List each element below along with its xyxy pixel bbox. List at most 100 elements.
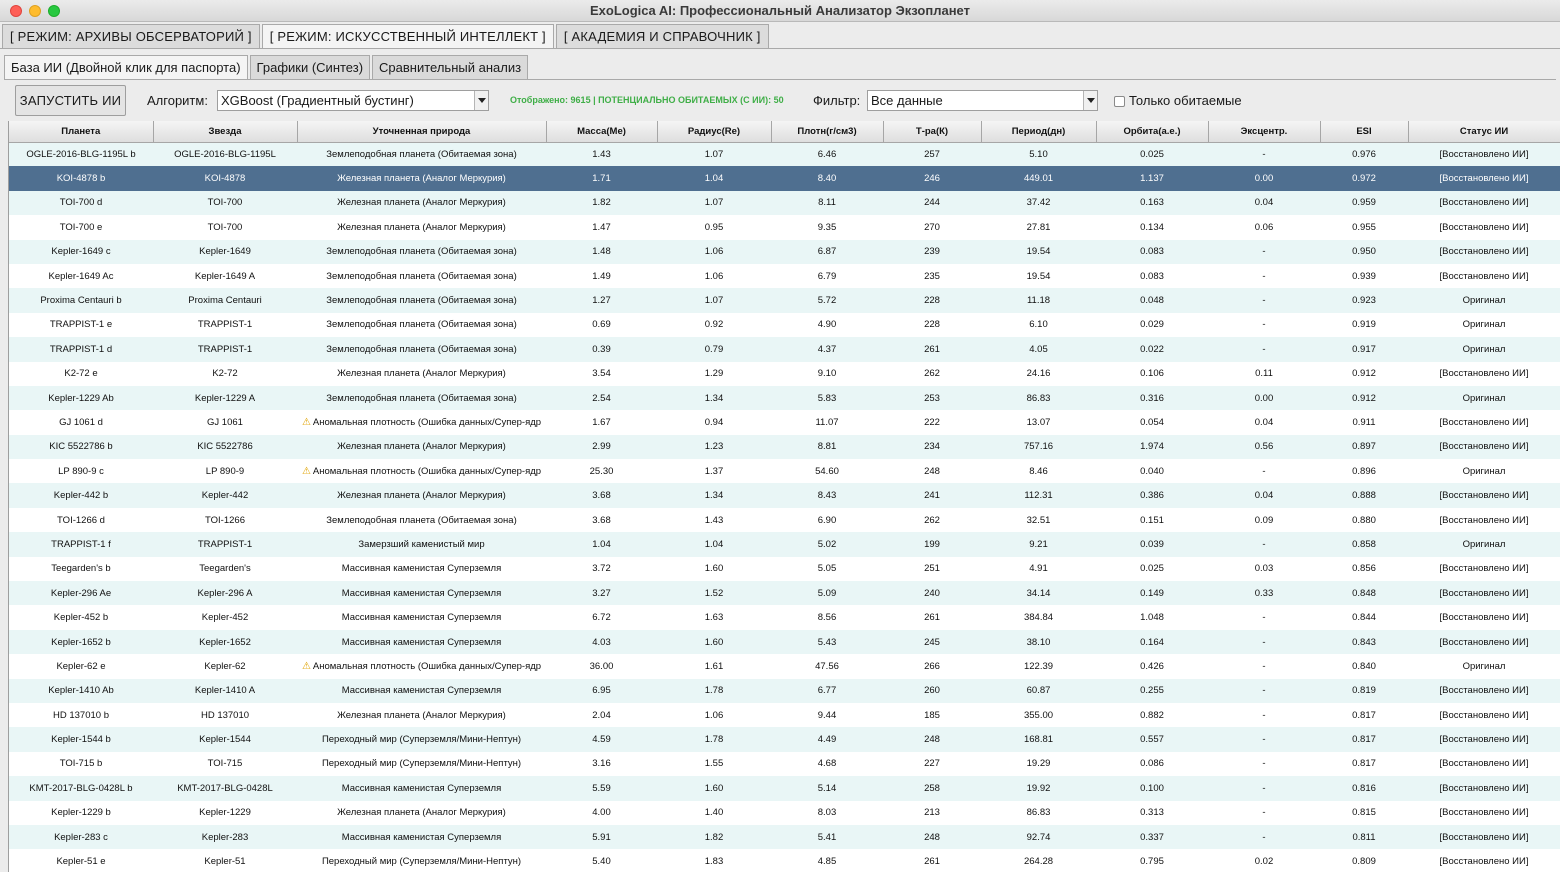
table-row[interactable]: Kepler-62 e Kepler-62 ⚠ Аномальная плотност… xyxy=(9,654,1560,679)
table-cell: 1.07 xyxy=(657,142,771,167)
table-row[interactable]: Teegarden's b Teegarden's Массивная камени… xyxy=(9,556,1560,582)
column-header[interactable]: Радиус(Re) xyxy=(657,121,772,143)
table-cell: [Восстановлено ИИ] xyxy=(1408,751,1560,777)
table-cell: TOI-700 d xyxy=(9,190,153,216)
table-cell: 384.84 xyxy=(981,605,1096,630)
habitable-only-checkbox[interactable] xyxy=(1114,96,1125,107)
algorithm-select-value: XGBoost (Градиентный бустинг) xyxy=(221,93,414,108)
table-row[interactable]: Kepler-1649 c Kepler-1649 Землеподобная пл… xyxy=(9,239,1560,264)
table-row[interactable]: KMT-2017-BLG-0428L b KMT-2017-BLG-0428L Ма… xyxy=(9,776,1560,801)
table-row[interactable]: KIC 5522786 b KIC 5522786 Железная планета… xyxy=(9,434,1560,460)
column-header[interactable]: Масса(Me) xyxy=(546,121,658,143)
table-cell: 0.040 xyxy=(1096,459,1208,484)
table-row[interactable]: Kepler-442 b Kepler-442 Железная планета (… xyxy=(9,483,1560,508)
table-cell: 0.950 xyxy=(1320,239,1408,264)
table-cell: 4.85 xyxy=(771,849,883,872)
table-cell: KOI-4878 b xyxy=(9,166,153,191)
table-row[interactable]: TRAPPIST-1 e TRAPPIST-1 Землеподобная план… xyxy=(9,312,1560,338)
table-cell: Kepler-283 c xyxy=(9,824,153,850)
planets-table[interactable]: Планета Звезда Уточненная природа Масса(Me)… xyxy=(8,121,1560,872)
column-header[interactable]: Плотн(г/см3) xyxy=(771,121,884,143)
table-cell: Массивная каменистая Суперземля xyxy=(297,581,546,606)
column-header[interactable]: Планета xyxy=(9,121,154,143)
column-header[interactable]: ESI xyxy=(1320,121,1409,143)
table-cell: OGLE-2016-BLG-1195L b xyxy=(9,142,153,167)
table-cell: 122.39 xyxy=(981,654,1096,679)
table-cell: Землеподобная планета (Обитаемая зона) xyxy=(297,337,546,362)
table-row[interactable]: Kepler-283 c Kepler-283 Массивная каменист… xyxy=(9,824,1560,850)
column-header[interactable]: Период(дн) xyxy=(981,121,1097,143)
table-cell: Массивная каменистая Суперземля xyxy=(297,629,546,655)
table-row[interactable]: Kepler-1410 Ab Kepler-1410 A Массивная кам… xyxy=(9,678,1560,703)
table-cell: Kepler-1410 A xyxy=(153,678,297,703)
table-cell: Kepler-296 Ae xyxy=(9,581,153,606)
table-cell: Kepler-452 b xyxy=(9,605,153,630)
table-cell: 1.83 xyxy=(657,849,771,872)
table-cell: [Восстановлено ИИ] xyxy=(1408,605,1560,630)
column-header[interactable]: Т-ра(К) xyxy=(883,121,982,143)
table-cell: 0.817 xyxy=(1320,751,1408,777)
table-cell: 4.59 xyxy=(546,727,657,752)
table-cell: Землеподобная планета (Обитаемая зона) xyxy=(297,312,546,338)
table-row[interactable]: Kepler-51 e Kepler-51 Переходный мир (Супе… xyxy=(9,849,1560,872)
tab-artificial-intelligence[interactable]: [ РЕЖИМ: ИСКУССТВЕННЫЙ ИНТЕЛЛЕКТ ] xyxy=(261,24,554,49)
table-cell: - xyxy=(1208,702,1320,728)
warning-icon: ⚠ xyxy=(301,465,311,477)
table-row[interactable]: Kepler-1229 Ab Kepler-1229 A Землеподобная… xyxy=(9,385,1560,411)
table-cell: Teegarden's xyxy=(153,556,297,582)
table-row[interactable]: TOI-700 d TOI-700 Железная планета (Аналог… xyxy=(9,190,1560,216)
tab-observatory-archives[interactable]: [ РЕЖИМ: АРХИВЫ ОБСЕРВАТОРИЙ ] xyxy=(2,24,260,48)
table-row[interactable]: OGLE-2016-BLG-1195L b OGLE-2016-BLG-1195L… xyxy=(9,142,1560,167)
table-cell: [Восстановлено ИИ] xyxy=(1408,166,1560,191)
run-ai-button[interactable]: ЗАПУСТИТЬ ИИ xyxy=(15,85,126,116)
table-cell: 2.04 xyxy=(546,702,657,728)
table-row[interactable]: GJ 1061 d GJ 1061 ⚠ Аномальная плотность (О… xyxy=(9,410,1560,435)
table-row[interactable]: Proxima Centauri b Proxima Centauri Землеп… xyxy=(9,288,1560,313)
table-row[interactable]: Kepler-296 Ae Kepler-296 A Массивная камен… xyxy=(9,581,1560,606)
table-cell: 0.79 xyxy=(657,337,771,362)
column-header[interactable]: Звезда xyxy=(153,121,298,143)
table-cell: - xyxy=(1208,459,1320,484)
table-cell: Оригинал xyxy=(1408,385,1560,411)
table-cell: 261 xyxy=(883,337,981,362)
table-row[interactable]: TRAPPIST-1 d TRAPPIST-1 Землеподобная план… xyxy=(9,337,1560,362)
table-row[interactable]: LP 890-9 c LP 890-9 ⚠ Аномальная плотность … xyxy=(9,459,1560,484)
table-cell: Оригинал xyxy=(1408,459,1560,484)
tab-ai-database[interactable]: База ИИ (Двойной клик для паспорта) xyxy=(4,55,248,80)
table-row[interactable]: Kepler-1652 b Kepler-1652 Массивная камени… xyxy=(9,629,1560,655)
table-row[interactable]: K2-72 e K2-72 Железная планета (Аналог Мер… xyxy=(9,361,1560,386)
table-cell: 1.34 xyxy=(657,483,771,508)
column-header[interactable]: Эксцентр. xyxy=(1208,121,1321,143)
table-cell: Kepler-62 xyxy=(153,654,297,679)
table-cell: 0.959 xyxy=(1320,190,1408,216)
table-cell: Массивная каменистая Суперземля xyxy=(297,824,546,850)
table-cell: TOI-700 xyxy=(153,190,297,216)
table-row[interactable]: TOI-715 b TOI-715 Переходный мир (Суперзем… xyxy=(9,751,1560,777)
table-cell: 1.49 xyxy=(546,263,657,289)
table-row[interactable]: KOI-4878 b KOI-4878 Железная планета (Анал… xyxy=(9,166,1560,191)
table-cell: 5.10 xyxy=(981,142,1096,167)
table-row[interactable]: TOI-1266 d TOI-1266 Землеподобная планета … xyxy=(9,507,1560,533)
table-row[interactable]: Kepler-1649 Ac Kepler-1649 A Землеподобная… xyxy=(9,263,1560,289)
table-cell: Железная планета (Аналог Меркурия) xyxy=(297,215,546,240)
tab-charts-synthesis[interactable]: Графики (Синтез) xyxy=(249,55,371,79)
filter-select[interactable]: Все данные xyxy=(867,90,1098,111)
table-cell: 37.42 xyxy=(981,190,1096,216)
column-header[interactable]: Уточненная природа xyxy=(297,121,547,143)
column-header[interactable]: Орбита(а.е.) xyxy=(1096,121,1209,143)
table-row[interactable]: HD 137010 b HD 137010 Железная планета (Ан… xyxy=(9,702,1560,728)
habitable-only-label[interactable]: Только обитаемые xyxy=(1129,93,1242,108)
table-row[interactable]: TRAPPIST-1 f TRAPPIST-1 Замерзший каменист… xyxy=(9,532,1560,557)
table-cell: 0.972 xyxy=(1320,166,1408,191)
table-cell: Kepler-1649 A xyxy=(153,263,297,289)
table-row[interactable]: Kepler-1544 b Kepler-1544 Переходный мир (… xyxy=(9,727,1560,752)
table-row[interactable]: Kepler-452 b Kepler-452 Массивная каменист… xyxy=(9,605,1560,630)
tab-academy-reference[interactable]: [ АКАДЕМИЯ И СПРАВОЧНИК ] xyxy=(555,24,769,48)
sub-tab-divider xyxy=(4,79,1556,80)
tab-comparative-analysis[interactable]: Сравнительный анализ xyxy=(372,55,529,79)
table-cell: [Восстановлено ИИ] xyxy=(1408,702,1560,728)
table-row[interactable]: Kepler-1229 b Kepler-1229 Железная планета… xyxy=(9,800,1560,825)
column-header[interactable]: Статус ИИ xyxy=(1408,121,1560,143)
algorithm-select[interactable]: XGBoost (Градиентный бустинг) xyxy=(217,90,489,111)
table-row[interactable]: TOI-700 e TOI-700 Железная планета (Аналог… xyxy=(9,215,1560,240)
